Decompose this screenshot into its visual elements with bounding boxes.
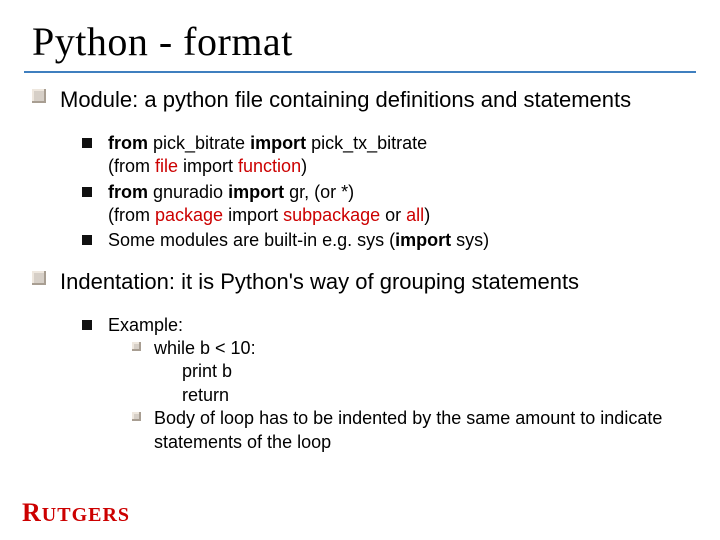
keyword: import [395, 230, 451, 250]
title-rule [24, 71, 696, 73]
example-sublist: while b < 10: print b return Body of loo… [108, 337, 688, 454]
keyword: from [108, 182, 148, 202]
bullet-module: Module: a python file containing definit… [32, 87, 688, 114]
highlight: function [238, 156, 301, 176]
rutgers-logo: RUTGERS [22, 498, 130, 528]
keyword: import [250, 133, 306, 153]
indent-sublist: Example: while b < 10: print b return Bo… [32, 308, 688, 454]
square-bullet-icon [82, 320, 92, 330]
indent-note: Body of loop has to be indented by the s… [154, 408, 662, 451]
example-label: Example: [108, 315, 183, 335]
highlight: subpackage [283, 205, 380, 225]
list-item: Body of loop has to be indented by the s… [132, 407, 688, 454]
module-heading: Module: a python file containing definit… [60, 87, 631, 112]
loop-body: print b return [154, 360, 688, 407]
slide-title: Python - format [32, 18, 688, 65]
highlight: package [155, 205, 223, 225]
square-bullet-icon [82, 138, 92, 148]
square-bullet-icon [82, 235, 92, 245]
square-bullet-icon [32, 271, 46, 285]
list-item: Some modules are built-in e.g. sys (impo… [82, 229, 688, 252]
code-line: print b [182, 360, 688, 383]
square-bullet-icon [132, 412, 141, 421]
indent-heading: Indentation: it is Python's way of group… [60, 269, 579, 294]
code-line: return [182, 384, 688, 407]
highlight: file [155, 156, 178, 176]
square-bullet-icon [82, 187, 92, 197]
list-item: Example: while b < 10: print b return Bo… [82, 314, 688, 454]
list-item: from pick_bitrate import pick_tx_bitrate… [82, 132, 688, 179]
keyword: import [228, 182, 284, 202]
keyword: from [108, 133, 148, 153]
list-item: while b < 10: print b return [132, 337, 688, 407]
square-bullet-icon [132, 342, 141, 351]
bullet-indentation: Indentation: it is Python's way of group… [32, 269, 688, 296]
square-bullet-icon [32, 89, 46, 103]
slide: Python - format Module: a python file co… [0, 0, 720, 540]
module-sublist: from pick_bitrate import pick_tx_bitrate… [32, 126, 688, 253]
highlight: all [406, 205, 424, 225]
list-item: from gnuradio import gr, (or *) (from pa… [82, 181, 688, 228]
spacer [32, 255, 688, 269]
code-line: while b < 10: [154, 338, 256, 358]
